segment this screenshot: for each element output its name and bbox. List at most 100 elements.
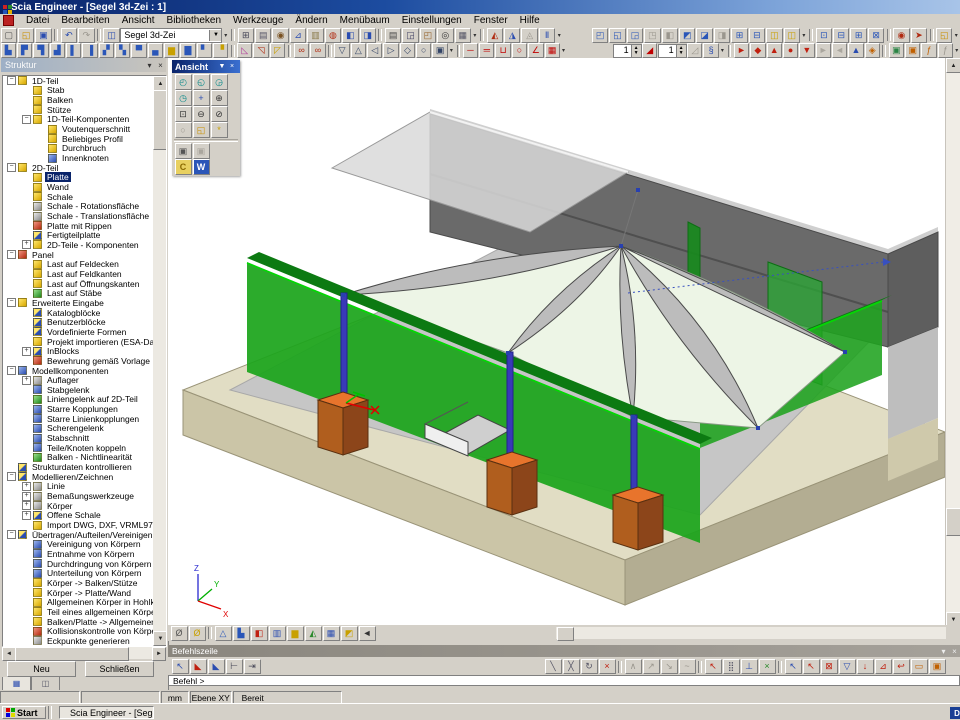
- tree-vertical-scrollbar[interactable]: ▲ ▼: [153, 76, 166, 646]
- tri-blue-icon[interactable]: ◣: [208, 659, 225, 674]
- tree-item-körper-balken-stütze[interactable]: Körper -> Balken/Stütze: [3, 578, 153, 588]
- toolbar-more-icon[interactable]: ▾: [471, 32, 478, 39]
- menu-item-datei[interactable]: Datei: [20, 14, 55, 27]
- mode-8-icon[interactable]: ▭: [911, 659, 928, 674]
- tree-item-platte-mit-rippen[interactable]: Platte mit Rippen: [3, 221, 153, 231]
- window-pic-b-icon[interactable]: ◨: [360, 28, 376, 43]
- fx-icon[interactable]: ƒ: [921, 43, 936, 58]
- collapse-icon[interactable]: −: [22, 115, 31, 124]
- collapse-icon[interactable]: −: [7, 472, 16, 481]
- draw-polyline-icon[interactable]: ⊔: [495, 43, 510, 58]
- undo-icon[interactable]: ↶: [61, 28, 77, 43]
- render-off-icon[interactable]: Ø: [171, 626, 188, 641]
- draw-parallel-icon[interactable]: ═: [479, 43, 494, 58]
- show-numbers-icon[interactable]: ▥: [269, 626, 286, 641]
- track-3-icon[interactable]: ↘: [661, 659, 678, 674]
- tree-item-1d-teil-komponenten[interactable]: −1D-Teil-Komponenten: [3, 115, 153, 125]
- member-tool-12-icon[interactable]: ▇: [180, 43, 195, 58]
- view-win-10-icon[interactable]: ⊟: [749, 28, 765, 43]
- close-icon[interactable]: ×: [949, 647, 960, 656]
- project-selector-combo[interactable]: Segel 3d-Zei▼: [120, 28, 222, 43]
- toolbar-more-icon[interactable]: ▾: [719, 47, 725, 54]
- scale-gray-icon[interactable]: ◿: [687, 43, 702, 58]
- node-edit-3-icon[interactable]: ▲: [767, 43, 782, 58]
- tree-item-starre-kopplungen[interactable]: Starre Kopplungen: [3, 404, 153, 414]
- show-grid-icon[interactable]: ▦: [323, 626, 340, 641]
- new-project-icon[interactable]: ▢: [1, 28, 17, 43]
- tree-item-balken-nichtlinearität[interactable]: Balken - Nichtlinearität: [3, 453, 153, 463]
- tree-item-übertragen-aufteilen-vereinigen[interactable]: −Übertragen/Aufteilen/Vereinigen: [3, 530, 153, 540]
- tri-red-icon[interactable]: ◣: [190, 659, 207, 674]
- menu-item-ansicht[interactable]: Ansicht: [116, 14, 161, 27]
- node-edit-5-icon[interactable]: ▼: [799, 43, 814, 58]
- print-icon[interactable]: ▤: [385, 28, 401, 43]
- tree-horizontal-scrollbar[interactable]: ◄ ►: [2, 647, 165, 659]
- tree-item-erweiterte-eingabe[interactable]: −Erweiterte Eingabe: [3, 298, 153, 308]
- viewport-vertical-scrollbar[interactable]: ▲ ▼: [945, 58, 960, 625]
- view-win-7-icon[interactable]: ◪: [696, 28, 712, 43]
- snap-delete-icon[interactable]: ×: [599, 659, 616, 674]
- member-tool-7-icon[interactable]: ▞: [99, 43, 114, 58]
- tree-scroll-thumb[interactable]: [153, 90, 167, 150]
- node-edit-2-icon[interactable]: ◆: [750, 43, 765, 58]
- view-win-12-icon[interactable]: ◫: [784, 28, 800, 43]
- redo-icon[interactable]: ↷: [78, 28, 94, 43]
- member-tool-14-icon[interactable]: ▝: [213, 43, 228, 58]
- menu-item-werkzeuge[interactable]: Werkzeuge: [227, 14, 289, 27]
- spinner-arrows-icon[interactable]: ▲▼: [631, 45, 641, 57]
- command-input[interactable]: Befehl >: [168, 675, 960, 686]
- zoom-all-icon[interactable]: ○: [175, 122, 192, 138]
- collapse-left-icon[interactable]: ◄: [359, 626, 376, 641]
- close-icon[interactable]: ×: [227, 63, 237, 70]
- show-surfaces-icon[interactable]: ▆: [287, 626, 304, 641]
- view-win-9-icon[interactable]: ⊞: [731, 28, 747, 43]
- snap-rotate-icon[interactable]: ↻: [581, 659, 598, 674]
- member-tool-9-icon[interactable]: ▀: [131, 43, 146, 58]
- surface-tool-3-icon[interactable]: ◸: [270, 43, 285, 58]
- tree-item-durchdringung-von-körpern[interactable]: Durchdringung von Körpern: [3, 559, 153, 569]
- expand-icon[interactable]: +: [22, 482, 31, 491]
- node-edit-8-icon[interactable]: ▲: [848, 43, 863, 58]
- tree-item-inblocks[interactable]: +InBlocks: [3, 346, 153, 356]
- track-4-icon[interactable]: ~: [679, 659, 696, 674]
- snap-line-icon[interactable]: ╲: [545, 659, 562, 674]
- mode-2-icon[interactable]: ↖: [803, 659, 820, 674]
- fx-gray-icon[interactable]: ƒ: [938, 43, 953, 58]
- wireframe-icon[interactable]: W: [193, 159, 210, 175]
- tree-item-durchbruch[interactable]: Durchbruch: [3, 144, 153, 154]
- toolbar-more-icon[interactable]: ▾: [954, 47, 960, 54]
- show-rendering-icon[interactable]: ◭: [305, 626, 322, 641]
- tree-item-voutenquerschnitt[interactable]: Voutenquerschnitt: [3, 124, 153, 134]
- camera-icon[interactable]: ◎: [437, 28, 453, 43]
- toolbar-more-icon[interactable]: ▾: [556, 32, 563, 39]
- toolbar-more-icon[interactable]: ▾: [560, 47, 566, 54]
- show-labels-icon[interactable]: ◧: [251, 626, 268, 641]
- command-panel-header[interactable]: Befehlszeile ▾ ×: [168, 645, 960, 657]
- new-folder-icon[interactable]: ◱: [936, 28, 952, 43]
- hotspot-icon[interactable]: ◉: [893, 28, 909, 43]
- scroll-left-icon[interactable]: ◄: [2, 647, 16, 661]
- scroll-up-icon[interactable]: ▲: [946, 58, 960, 73]
- model-viewport[interactable]: Z Y X Ansicht ▼ × ◴◵◶◷+⊕⊡⊖⊘○◱*▣▣CW ▲ ▼: [168, 58, 960, 625]
- view-win-4-icon[interactable]: ◳: [644, 28, 660, 43]
- tree-item-unterteilung-von-körpern[interactable]: Unterteilung von Körpern: [3, 568, 153, 578]
- tree-item-starre-linienkopplungen[interactable]: Starre Linienkopplungen: [3, 414, 153, 424]
- view-win-1-icon[interactable]: ◰: [592, 28, 608, 43]
- tree-item-balken[interactable]: Balken: [3, 95, 153, 105]
- menu-item-fenster[interactable]: Fenster: [468, 14, 514, 27]
- tree-item-bemaßungswerkzeuge[interactable]: +Bemaßungswerkzeuge: [3, 491, 153, 501]
- tree-item-benutzerblöcke[interactable]: Benutzerblöcke: [3, 317, 153, 327]
- draw-grid-icon[interactable]: ▦: [545, 43, 560, 58]
- mesh-tool-2-icon[interactable]: △: [351, 43, 366, 58]
- show-supports-icon[interactable]: △: [215, 626, 232, 641]
- cursor-snap-icon[interactable]: ↖: [705, 659, 722, 674]
- section-icon[interactable]: Ⅱ: [539, 28, 555, 43]
- expand-icon[interactable]: +: [22, 511, 31, 520]
- view-rotate-1-icon[interactable]: ◴: [175, 74, 192, 90]
- snap-x-icon[interactable]: ×: [759, 659, 776, 674]
- copy-win-4-icon[interactable]: ⊠: [868, 28, 884, 43]
- zoom-in-icon[interactable]: ⊕: [211, 90, 228, 106]
- tree-item-innenknoten[interactable]: Innenknoten: [3, 153, 153, 163]
- scroll-right-icon[interactable]: ►: [152, 647, 166, 661]
- expand-icon[interactable]: +: [22, 240, 31, 249]
